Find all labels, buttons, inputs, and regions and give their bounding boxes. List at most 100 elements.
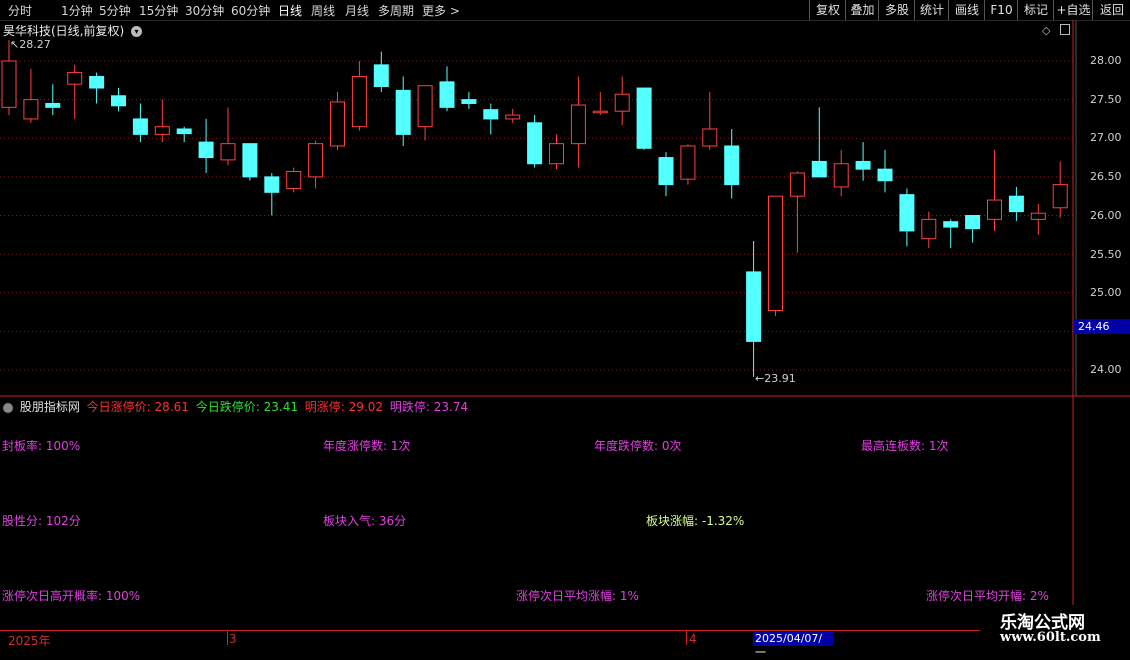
candle-body-down — [461, 99, 477, 104]
candle[interactable] — [330, 91, 345, 150]
candle[interactable] — [461, 91, 477, 109]
sector-popularity: 板块入气: 36分 — [323, 514, 407, 528]
indicator-name[interactable]: 股朋指标网 — [20, 400, 80, 414]
yearly-limit-down-count: 年度跌停数: 0次 — [594, 439, 682, 453]
y-tick-label: 26.50 — [1090, 170, 1122, 183]
candle[interactable] — [570, 76, 586, 168]
candle[interactable] — [1030, 203, 1046, 235]
candle-body-down — [111, 95, 126, 107]
candle[interactable] — [855, 142, 871, 181]
tomorrow-limit-up-label: 明涨停: — [304, 400, 345, 414]
candlestick-chart[interactable] — [0, 0, 1130, 650]
candle-body-down — [89, 75, 105, 89]
candle[interactable] — [680, 144, 696, 185]
timeline-label: 3 — [229, 632, 237, 646]
candle[interactable] — [702, 91, 718, 150]
candle[interactable] — [439, 66, 455, 112]
y-tick-label: 26.00 — [1090, 209, 1122, 222]
candle-body-up — [680, 145, 696, 180]
limit-down-label: 今日跌停价: — [195, 400, 260, 414]
candle[interactable] — [658, 152, 674, 197]
candle-body-up — [570, 104, 586, 145]
candle-body-down — [45, 102, 61, 108]
candle-body-down — [264, 176, 280, 193]
candle[interactable] — [89, 72, 105, 104]
candle[interactable] — [768, 195, 783, 316]
candle-body-down — [439, 81, 455, 108]
timeline-axis[interactable]: 2025年 3 4 2025/04/07/一 — [0, 630, 1130, 659]
y-tick-label: 27.50 — [1090, 93, 1122, 106]
yearly-limit-up-count: 年度涨停数: 1次 — [323, 439, 411, 453]
candle[interactable] — [154, 99, 170, 143]
candle[interactable] — [67, 64, 83, 119]
candle-body-up — [154, 126, 170, 135]
high-price-label: 28.27 — [19, 38, 51, 51]
candle[interactable] — [45, 84, 61, 116]
low-price-marker: ←23.91 — [755, 372, 796, 385]
candle[interactable] — [242, 143, 258, 181]
candle[interactable] — [746, 240, 762, 377]
candle-body-down — [1008, 195, 1024, 213]
candle[interactable] — [549, 134, 564, 170]
indicator-header: 股朋指标网 今日涨停价: 28.61 今日跌停价: 23.41 明涨停: 29.… — [3, 398, 468, 415]
candle-body-down — [483, 109, 499, 120]
candle[interactable] — [877, 149, 893, 193]
settings-circle-icon[interactable] — [3, 402, 13, 413]
candle[interactable] — [373, 51, 389, 92]
candle[interactable] — [286, 167, 302, 193]
candle[interactable] — [789, 171, 805, 253]
candle[interactable] — [921, 211, 937, 248]
candle[interactable] — [23, 68, 39, 123]
stock-score: 股性分: 102分 — [2, 514, 81, 528]
candle-body-down — [373, 64, 389, 87]
candle[interactable] — [505, 108, 521, 123]
candle-body-up — [789, 172, 805, 197]
candle-body-down — [132, 118, 148, 135]
candle-body-up — [549, 143, 564, 165]
candle-body-down — [198, 141, 214, 159]
candle[interactable] — [1, 40, 17, 116]
candle[interactable] — [899, 188, 915, 247]
candle-body-up — [308, 143, 324, 178]
candle-body-down — [176, 128, 192, 135]
candle-body-up — [987, 199, 1002, 220]
candle[interactable] — [132, 103, 148, 143]
candle[interactable] — [811, 107, 827, 178]
low-price-label: 23.91 — [764, 372, 796, 385]
candle[interactable] — [176, 126, 192, 143]
next-day-gap-up-probability: 涨停次日高开概率: 100% — [2, 589, 141, 603]
candle-body-up — [592, 110, 608, 114]
candle[interactable] — [987, 149, 1002, 231]
candle[interactable] — [417, 85, 433, 141]
candle[interactable] — [724, 128, 740, 199]
candle[interactable] — [1008, 186, 1024, 221]
candle[interactable] — [943, 219, 959, 248]
candle-body-down — [658, 157, 674, 186]
candle-body-up — [351, 75, 367, 128]
candle[interactable] — [483, 103, 499, 135]
candle[interactable] — [264, 173, 280, 216]
candle[interactable] — [111, 88, 126, 112]
candle[interactable] — [614, 76, 630, 126]
candle[interactable] — [965, 215, 981, 243]
candle[interactable] — [395, 76, 411, 146]
candle[interactable] — [1052, 161, 1068, 218]
candle-body-down — [811, 160, 827, 178]
candle[interactable] — [198, 118, 214, 174]
candle[interactable] — [592, 91, 608, 116]
candle-body-up — [220, 143, 236, 161]
candle[interactable] — [308, 140, 324, 189]
candle[interactable] — [833, 149, 849, 197]
limit-up-value: 28.61 — [154, 400, 189, 414]
tomorrow-limit-down-value: 23.74 — [433, 400, 469, 414]
timeline-label: 4 — [689, 632, 697, 646]
candle[interactable] — [527, 115, 543, 168]
candle-body-down — [527, 122, 543, 165]
candle-body-up — [768, 195, 783, 312]
candle[interactable] — [351, 61, 367, 131]
candle-body-up — [505, 114, 521, 120]
timeline-cursor-date: 2025/04/07/一 — [753, 632, 833, 659]
candle-body-up — [417, 85, 433, 128]
candle[interactable] — [636, 87, 652, 150]
candle[interactable] — [220, 107, 236, 166]
